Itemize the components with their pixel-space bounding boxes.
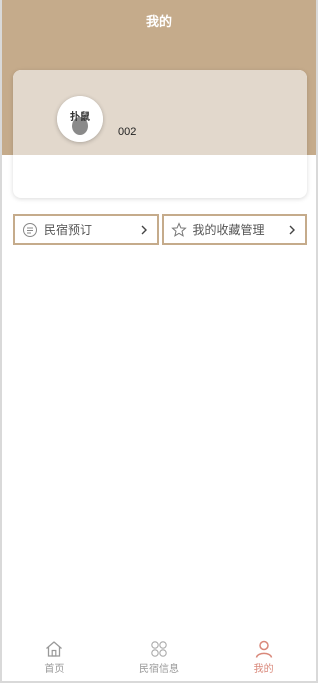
tab-mine-label: 我的 (253, 664, 274, 675)
user-icon (255, 640, 272, 658)
booking-list-icon (23, 222, 37, 237)
username: 002 (118, 126, 137, 138)
profile-card: 扑鼠 002 (13, 70, 307, 198)
avatar[interactable]: 扑鼠 (57, 96, 103, 142)
menu-item-favorites-label: 我的收藏管理 (192, 223, 265, 237)
my-page: 我的 扑鼠 002 民宿预订 我的收藏管理 首页 民宿信息 我的 (0, 0, 318, 683)
star-icon (170, 221, 187, 237)
avatar-lettering: 扑鼠 (70, 110, 90, 123)
menu-row: 民宿预订 我的收藏管理 (13, 214, 307, 245)
menu-item-favorites[interactable]: 我的收藏管理 (161, 214, 307, 245)
page-title: 我的 (145, 14, 172, 29)
bottom-tab-bar: 首页 民宿信息 我的 (2, 637, 316, 681)
home-icon (46, 641, 63, 657)
tab-home-label: 首页 (44, 664, 65, 675)
tab-mine[interactable]: 我的 (211, 637, 316, 681)
chevron-right-icon (289, 225, 295, 234)
tab-home[interactable]: 首页 (2, 637, 107, 681)
tab-homestay-info[interactable]: 民宿信息 (107, 637, 212, 681)
tab-homestay-info-label: 民宿信息 (139, 664, 179, 675)
chevron-right-icon (141, 225, 147, 234)
grid-icon (151, 641, 167, 657)
menu-item-booking[interactable]: 民宿预订 (13, 214, 159, 245)
menu-item-booking-label: 民宿预订 (44, 223, 93, 237)
avatar-image: 扑鼠 (57, 96, 103, 142)
